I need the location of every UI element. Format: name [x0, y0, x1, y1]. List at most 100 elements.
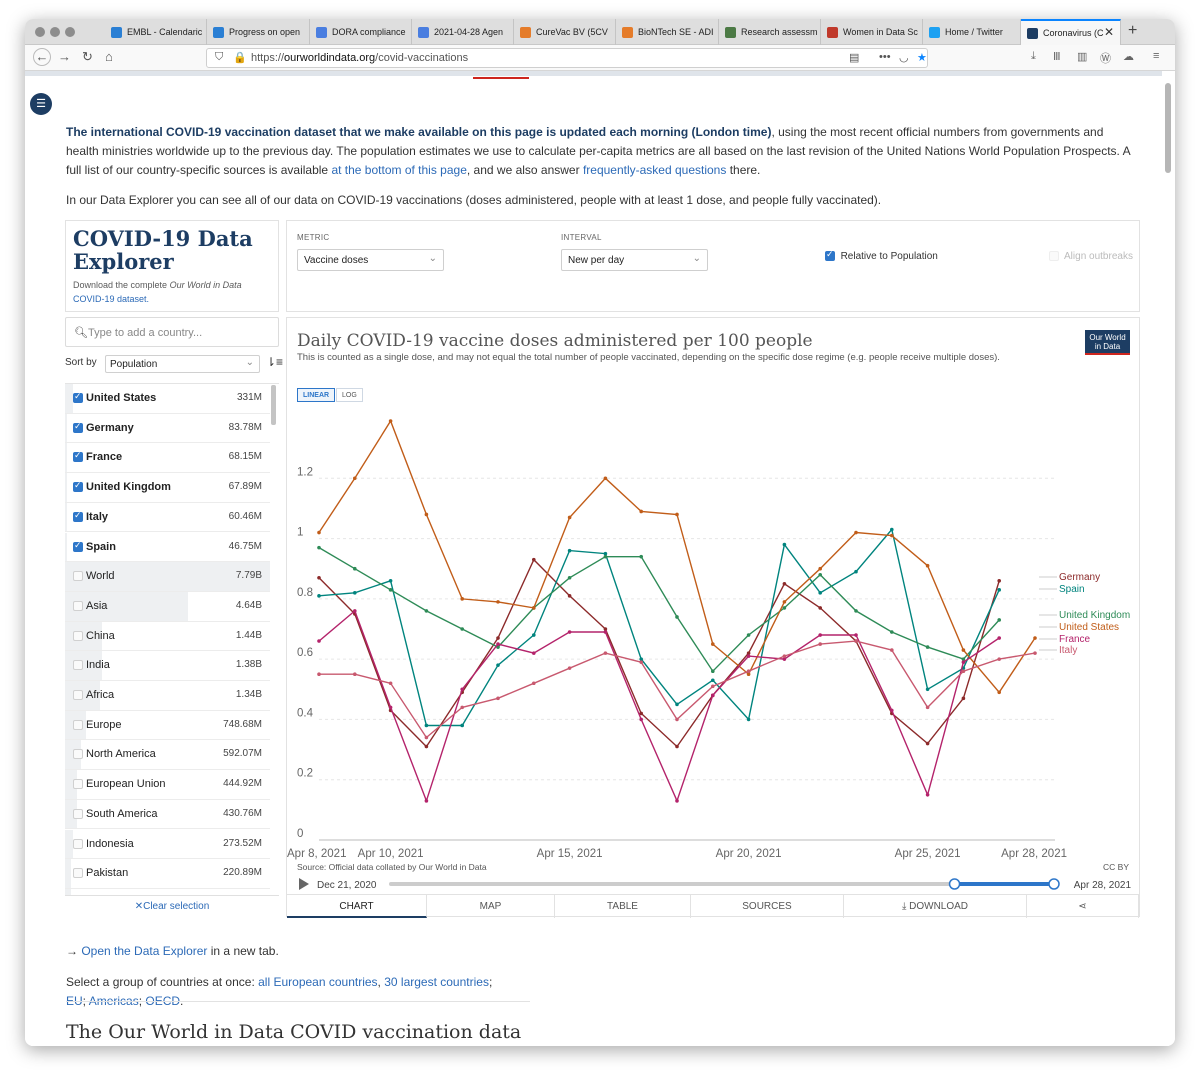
country-group-link[interactable]: 30 largest countries	[384, 975, 489, 989]
forward-button[interactable]: →	[58, 49, 71, 64]
browser-tab[interactable]: DORA compliance	[310, 19, 412, 45]
back-button[interactable]: ←	[33, 48, 51, 66]
tab-download[interactable]: ⤓ DOWNLOAD	[844, 895, 1027, 918]
country-row[interactable]: Europe 748.68M	[65, 710, 270, 741]
sort-order-icon[interactable]: ⇂≡	[266, 355, 283, 369]
sort-select[interactable]: Population ⌄	[105, 355, 260, 373]
list-scrollbar[interactable]	[271, 385, 276, 425]
browser-tab[interactable]: EMBL - Calendaric	[105, 19, 207, 45]
account-icon[interactable]: Ⓦ	[1100, 50, 1111, 66]
home-icon[interactable]: ⌂	[105, 49, 113, 64]
relative-to-population-toggle[interactable]: Relative to Population	[825, 249, 938, 262]
y-tick-label: 0.8	[297, 587, 313, 599]
minimize-window-button[interactable]	[50, 27, 60, 37]
bottom-of-page-link[interactable]: at the bottom of this page	[331, 163, 466, 177]
tab-map[interactable]: MAP	[427, 895, 555, 918]
browser-tab[interactable]: Home / Twitter	[923, 19, 1021, 45]
browser-tab[interactable]: Research assessm	[719, 19, 821, 45]
bookmark-star-icon[interactable]: ★	[917, 51, 927, 64]
interval-select[interactable]: New per day ⌄	[561, 249, 708, 271]
new-tab-button[interactable]: +	[1128, 22, 1137, 40]
library-icon[interactable]: Ⅲ	[1053, 50, 1061, 63]
browser-tab[interactable]: Women in Data Sc	[821, 19, 923, 45]
country-row[interactable]: United Kingdom 67.89M	[65, 473, 270, 503]
zoom-window-button[interactable]	[65, 27, 75, 37]
checkbox-unchecked[interactable]	[73, 808, 83, 819]
dataset-download-link[interactable]: COVID-19 dataset.	[73, 294, 149, 304]
downloads-icon[interactable]: ⤓	[1031, 50, 1036, 63]
browser-tab[interactable]: 2021-04-28 Agen	[412, 19, 514, 45]
checkbox-checked[interactable]	[73, 510, 83, 522]
tab-share[interactable]: ⋖	[1027, 895, 1139, 918]
checkbox-checked[interactable]	[825, 249, 835, 262]
clear-selection-button[interactable]: ✕Clear selection	[65, 895, 279, 917]
checkbox-checked[interactable]	[73, 450, 83, 463]
pocket-icon[interactable]: ◡	[899, 51, 909, 64]
country-row[interactable]: Germany 83.78M	[65, 413, 270, 444]
extension-icon[interactable]: ☁	[1123, 50, 1134, 63]
tab-table[interactable]: TABLE	[555, 895, 691, 918]
checkbox-unchecked[interactable]	[73, 779, 83, 790]
more-actions-icon[interactable]: •••	[879, 51, 891, 63]
country-row[interactable]: Italy 60.46M	[65, 502, 270, 533]
browser-tab[interactable]: BioNTech SE - ADI	[616, 19, 719, 45]
play-icon[interactable]	[299, 878, 309, 890]
close-tab-icon[interactable]: ✕	[1104, 25, 1114, 39]
owid-logo[interactable]: Our World in Data	[1085, 330, 1130, 355]
sidebar-icon[interactable]: ▥	[1077, 50, 1087, 63]
timeline-slider[interactable]: Dec 21, 2020 Apr 28, 2021	[297, 876, 1132, 894]
country-row[interactable]: United States 331M	[65, 384, 270, 414]
linear-scale-button[interactable]: LINEAR	[297, 388, 336, 402]
align-outbreaks-toggle[interactable]: Align outbreaks	[1049, 251, 1133, 262]
checkbox-unchecked[interactable]	[73, 630, 83, 641]
country-row[interactable]: Africa 1.34B	[65, 681, 270, 711]
country-row[interactable]: India 1.38B	[65, 651, 270, 681]
reader-view-icon[interactable]: ▤	[849, 51, 859, 64]
address-bar[interactable]: ⛉ 🔒 https://ourworldindata.org/covid-vac…	[206, 48, 928, 68]
checkbox-checked[interactable]	[73, 540, 83, 552]
country-row[interactable]: European Union 444.92M	[65, 770, 270, 800]
checkbox-unchecked[interactable]	[73, 838, 83, 849]
checkbox-checked[interactable]	[73, 391, 83, 403]
checkbox-unchecked[interactable]	[73, 660, 83, 671]
close-window-button[interactable]	[35, 27, 45, 37]
checkbox-checked[interactable]	[73, 421, 83, 433]
shield-icon[interactable]: ⛉	[215, 51, 223, 64]
open-explorer-link[interactable]: Open the Data Explorer	[81, 944, 207, 958]
country-row[interactable]: China 1.44B	[65, 621, 270, 652]
country-row[interactable]: Pakistan 220.89M	[65, 859, 270, 889]
faq-link[interactable]: frequently-asked questions	[583, 163, 726, 177]
checkbox-unchecked[interactable]	[73, 690, 83, 700]
browser-tab[interactable]: Progress on open	[207, 19, 310, 45]
country-row[interactable]: World 7.79B	[65, 562, 270, 592]
tab-chart[interactable]: CHART	[287, 895, 427, 918]
country-row[interactable]: France 68.15M	[65, 443, 270, 474]
timeline-end-handle[interactable]	[1048, 878, 1060, 890]
metric-select[interactable]: Vaccine doses ⌄	[297, 249, 444, 271]
tab-sources[interactable]: SOURCES	[691, 895, 844, 918]
country-row[interactable]: Indonesia 273.52M	[65, 829, 270, 860]
country-row[interactable]: Asia 4.64B	[65, 591, 270, 622]
timeline-start-handle[interactable]	[948, 878, 961, 890]
checkbox-unchecked[interactable]	[73, 868, 83, 879]
checkbox-unchecked[interactable]	[1049, 251, 1059, 262]
menu-icon[interactable]: ≡	[1153, 50, 1159, 62]
browser-tab[interactable]: Coronavirus (C ✕	[1021, 19, 1121, 45]
reload-button[interactable]: ↻	[82, 49, 93, 65]
lock-icon[interactable]: 🔒	[233, 51, 247, 64]
browser-tab[interactable]: CureVac BV (5CV	[514, 19, 616, 45]
checkbox-unchecked[interactable]	[73, 600, 83, 611]
country-search-input[interactable]	[88, 324, 273, 341]
country-search[interactable]: 🔍︎	[65, 317, 279, 347]
log-scale-button[interactable]: LOG	[336, 388, 363, 402]
country-row[interactable]: North America 592.07M	[65, 740, 270, 771]
checkbox-checked[interactable]	[73, 480, 83, 493]
checkbox-unchecked[interactable]	[73, 571, 83, 582]
table-of-contents-icon[interactable]: ☰	[30, 93, 52, 115]
country-group-link[interactable]: all European countries	[258, 975, 377, 989]
country-row[interactable]: South America 430.76M	[65, 799, 270, 830]
country-row[interactable]: Spain 46.75M	[65, 532, 270, 563]
checkbox-unchecked[interactable]	[73, 719, 83, 730]
checkbox-unchecked[interactable]	[73, 749, 83, 760]
page-scrollbar[interactable]	[1165, 83, 1171, 173]
